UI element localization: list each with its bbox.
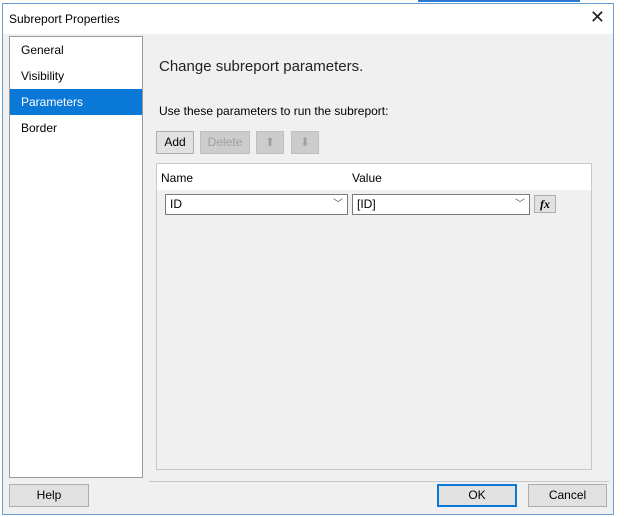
arrow-up-icon: ⬆ — [264, 135, 276, 149]
title-bar: Subreport Properties ✕ — [3, 4, 613, 34]
sidebar-item-parameters[interactable]: Parameters — [10, 89, 142, 115]
column-header-value: Value — [352, 171, 382, 185]
expression-fx-button[interactable]: fx — [534, 195, 556, 213]
parameter-name-value: ID — [170, 197, 182, 211]
delete-button[interactable]: Delete — [200, 131, 250, 154]
ok-button[interactable]: OK — [437, 484, 517, 507]
parameters-grid: Name Value ID ﹀ [ID] ﹀ fx — [156, 163, 592, 470]
cancel-button[interactable]: Cancel — [528, 484, 607, 507]
dialog-title: Subreport Properties — [9, 12, 120, 26]
parameter-name-combo[interactable]: ID ﹀ — [165, 194, 348, 215]
background-window-edge — [418, 0, 580, 2]
move-down-button[interactable]: ⬇ — [291, 131, 319, 154]
move-up-button[interactable]: ⬆ — [256, 131, 284, 154]
subreport-properties-dialog: Subreport Properties ✕ General Visibilit… — [2, 3, 614, 515]
sidebar-item-general[interactable]: General — [10, 37, 142, 63]
page-title: Change subreport parameters. — [159, 58, 364, 75]
sidebar: General Visibility Parameters Border — [9, 36, 143, 478]
instructions: Use these parameters to run the subrepor… — [159, 104, 389, 118]
sidebar-item-border[interactable]: Border — [10, 115, 142, 141]
footer-divider — [149, 481, 609, 482]
column-header-name: Name — [161, 171, 194, 185]
parameter-value-value: [ID] — [357, 197, 376, 211]
grid-header: Name Value — [157, 164, 591, 190]
parameter-value-combo[interactable]: [ID] ﹀ — [352, 194, 530, 215]
chevron-down-icon: ﹀ — [515, 199, 525, 210]
add-button[interactable]: Add — [156, 131, 194, 154]
arrow-down-icon: ⬇ — [299, 135, 311, 149]
chevron-down-icon: ﹀ — [333, 199, 343, 210]
sidebar-item-visibility[interactable]: Visibility — [10, 63, 142, 89]
help-button[interactable]: Help — [9, 484, 89, 507]
close-icon[interactable]: ✕ — [590, 7, 605, 28]
